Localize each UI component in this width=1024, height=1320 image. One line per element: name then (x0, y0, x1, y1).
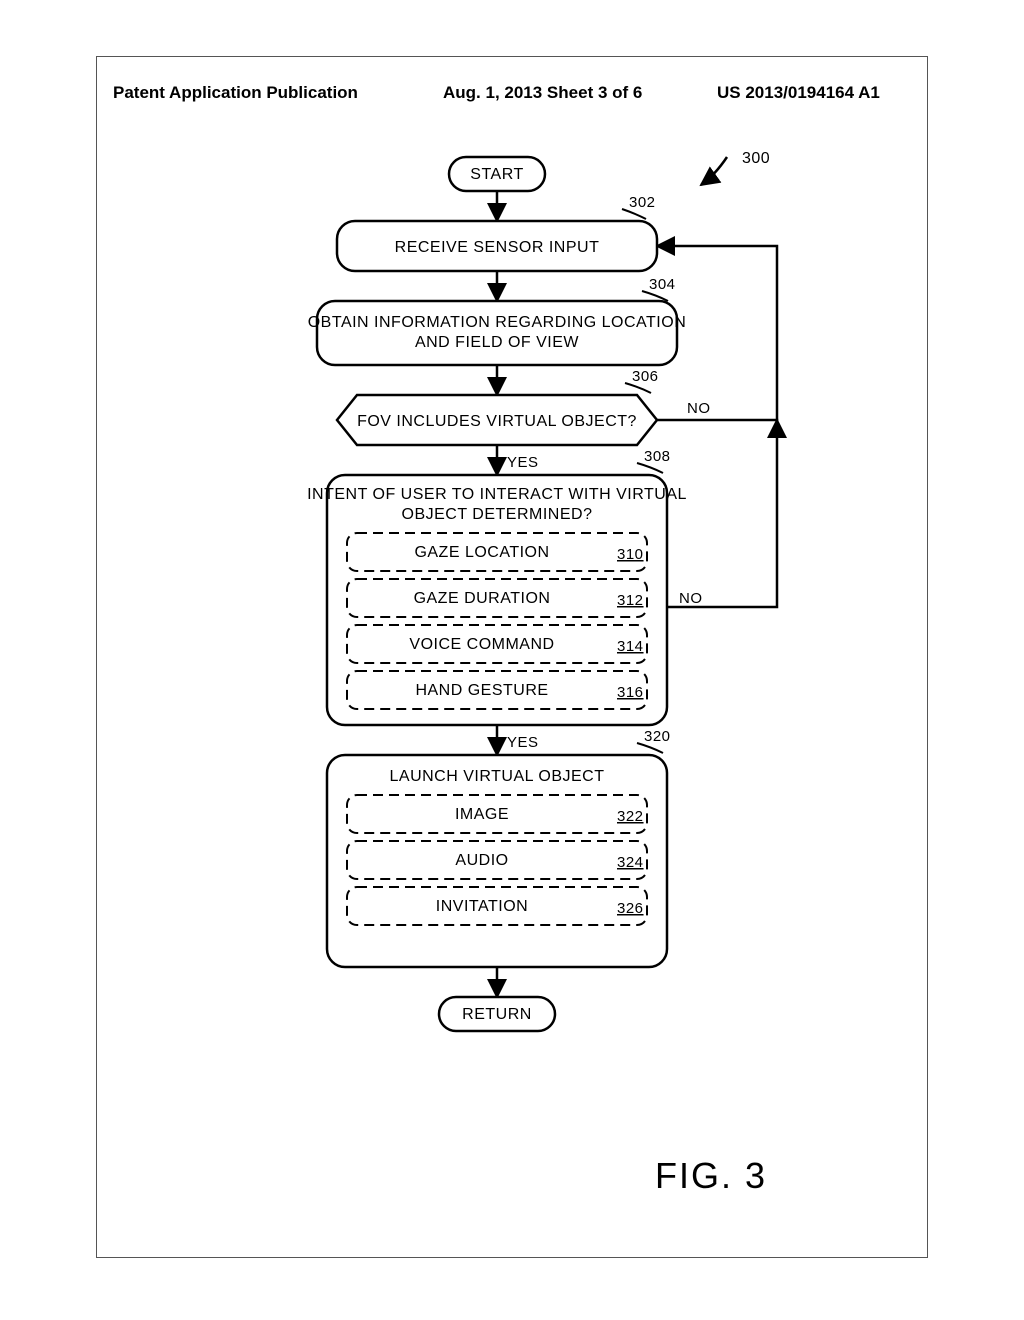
node-308-text1: INTENT OF USER TO INTERACT WITH VIRTUAL (307, 486, 687, 503)
flowchart-svg: 300 START RECEIVE SENSOR INPUT 302 OBTAI… (217, 147, 837, 1127)
svg-text:316: 316 (617, 684, 644, 701)
svg-text:AUDIO: AUDIO (455, 852, 508, 869)
ref-308: 308 (644, 448, 671, 465)
flowchart-container: 300 START RECEIVE SENSOR INPUT 302 OBTAI… (217, 147, 837, 1127)
ref-300: 300 (742, 150, 770, 167)
ref-320: 320 (644, 728, 671, 745)
node-302-text: RECEIVE SENSOR INPUT (395, 239, 600, 256)
svg-text:326: 326 (617, 900, 644, 917)
branch-306-yes: YES (507, 454, 539, 471)
node-304-text1: OBTAIN INFORMATION REGARDING LOCATION (308, 314, 687, 331)
page-frame: Patent Application Publication Aug. 1, 2… (96, 56, 928, 1258)
ref-304: 304 (649, 276, 676, 293)
ref-302: 302 (629, 194, 656, 211)
figure-label: FIG. 3 (655, 1155, 767, 1197)
svg-text:322: 322 (617, 808, 644, 825)
svg-text:GAZE LOCATION: GAZE LOCATION (414, 544, 549, 561)
ref-306: 306 (632, 368, 659, 385)
svg-text:314: 314 (617, 638, 644, 655)
header-left: Patent Application Publication (113, 83, 358, 103)
svg-text:IMAGE: IMAGE (455, 806, 509, 823)
svg-text:324: 324 (617, 854, 644, 871)
svg-text:GAZE DURATION: GAZE DURATION (414, 590, 551, 607)
node-320-text: LAUNCH VIRTUAL OBJECT (390, 768, 605, 785)
header-right: US 2013/0194164 A1 (717, 83, 880, 103)
node-308-text2: OBJECT DETERMINED? (402, 506, 593, 523)
start-label: START (470, 166, 523, 183)
svg-text:HAND GESTURE: HAND GESTURE (415, 682, 548, 699)
node-304-text2: AND FIELD OF VIEW (415, 334, 579, 351)
svg-text:310: 310 (617, 546, 644, 563)
header-mid: Aug. 1, 2013 Sheet 3 of 6 (443, 83, 642, 103)
branch-306-no: NO (687, 400, 711, 417)
branch-308-yes: YES (507, 734, 539, 751)
node-306-text: FOV INCLUDES VIRTUAL OBJECT? (357, 413, 637, 430)
node-304 (317, 301, 677, 365)
return-label: RETURN (462, 1006, 532, 1023)
svg-text:VOICE COMMAND: VOICE COMMAND (409, 636, 554, 653)
svg-text:312: 312 (617, 592, 644, 609)
branch-308-no: NO (679, 590, 703, 607)
svg-text:INVITATION: INVITATION (436, 898, 528, 915)
